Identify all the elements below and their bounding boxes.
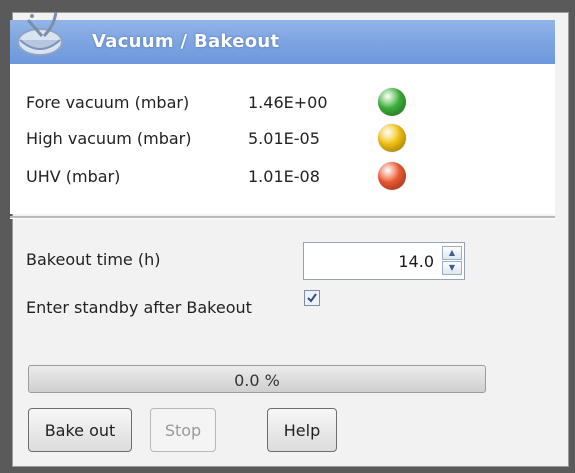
uhv-value: 1.01E-08 [248, 167, 320, 186]
section-divider [10, 216, 555, 219]
progress-text: 0.0 % [234, 371, 280, 390]
checkmark-icon [307, 293, 317, 303]
bakeout-time-spinbox[interactable]: 14.0 ▲ ▼ [303, 242, 465, 280]
fore-vacuum-status-indicator [378, 88, 406, 116]
spin-up-button[interactable]: ▲ [442, 246, 462, 260]
reading-row-fore-vacuum: Fore vacuum (mbar) 1.46E+00 [26, 88, 446, 118]
spinbox-buttons: ▲ ▼ [442, 246, 462, 276]
reading-row-high-vacuum: High vacuum (mbar) 5.01E-05 [26, 124, 446, 154]
fore-vacuum-label: Fore vacuum (mbar) [26, 93, 190, 112]
help-button[interactable]: Help [267, 408, 337, 452]
bake-out-button[interactable]: Bake out [28, 408, 132, 452]
high-vacuum-label: High vacuum (mbar) [26, 129, 192, 148]
bakeout-time-value[interactable]: 14.0 [398, 252, 434, 271]
high-vacuum-value: 5.01E-05 [248, 129, 320, 148]
stop-button[interactable]: Stop [150, 408, 216, 452]
standby-checkbox[interactable] [304, 290, 320, 306]
window-title: Vacuum / Bakeout [92, 31, 280, 52]
app-logo-icon [14, 6, 76, 64]
high-vacuum-status-indicator [378, 124, 406, 152]
reading-row-uhv: UHV (mbar) 1.01E-08 [26, 162, 446, 192]
fore-vacuum-value: 1.46E+00 [248, 93, 328, 112]
bakeout-time-label: Bakeout time (h) [26, 250, 161, 269]
bakeout-progress-bar: 0.0 % [28, 365, 486, 393]
uhv-label: UHV (mbar) [26, 167, 121, 186]
uhv-status-indicator [378, 162, 406, 190]
window-titlebar: Vacuum / Bakeout [10, 20, 555, 65]
standby-label: Enter standby after Bakeout [26, 298, 252, 317]
spin-down-button[interactable]: ▼ [442, 261, 462, 275]
